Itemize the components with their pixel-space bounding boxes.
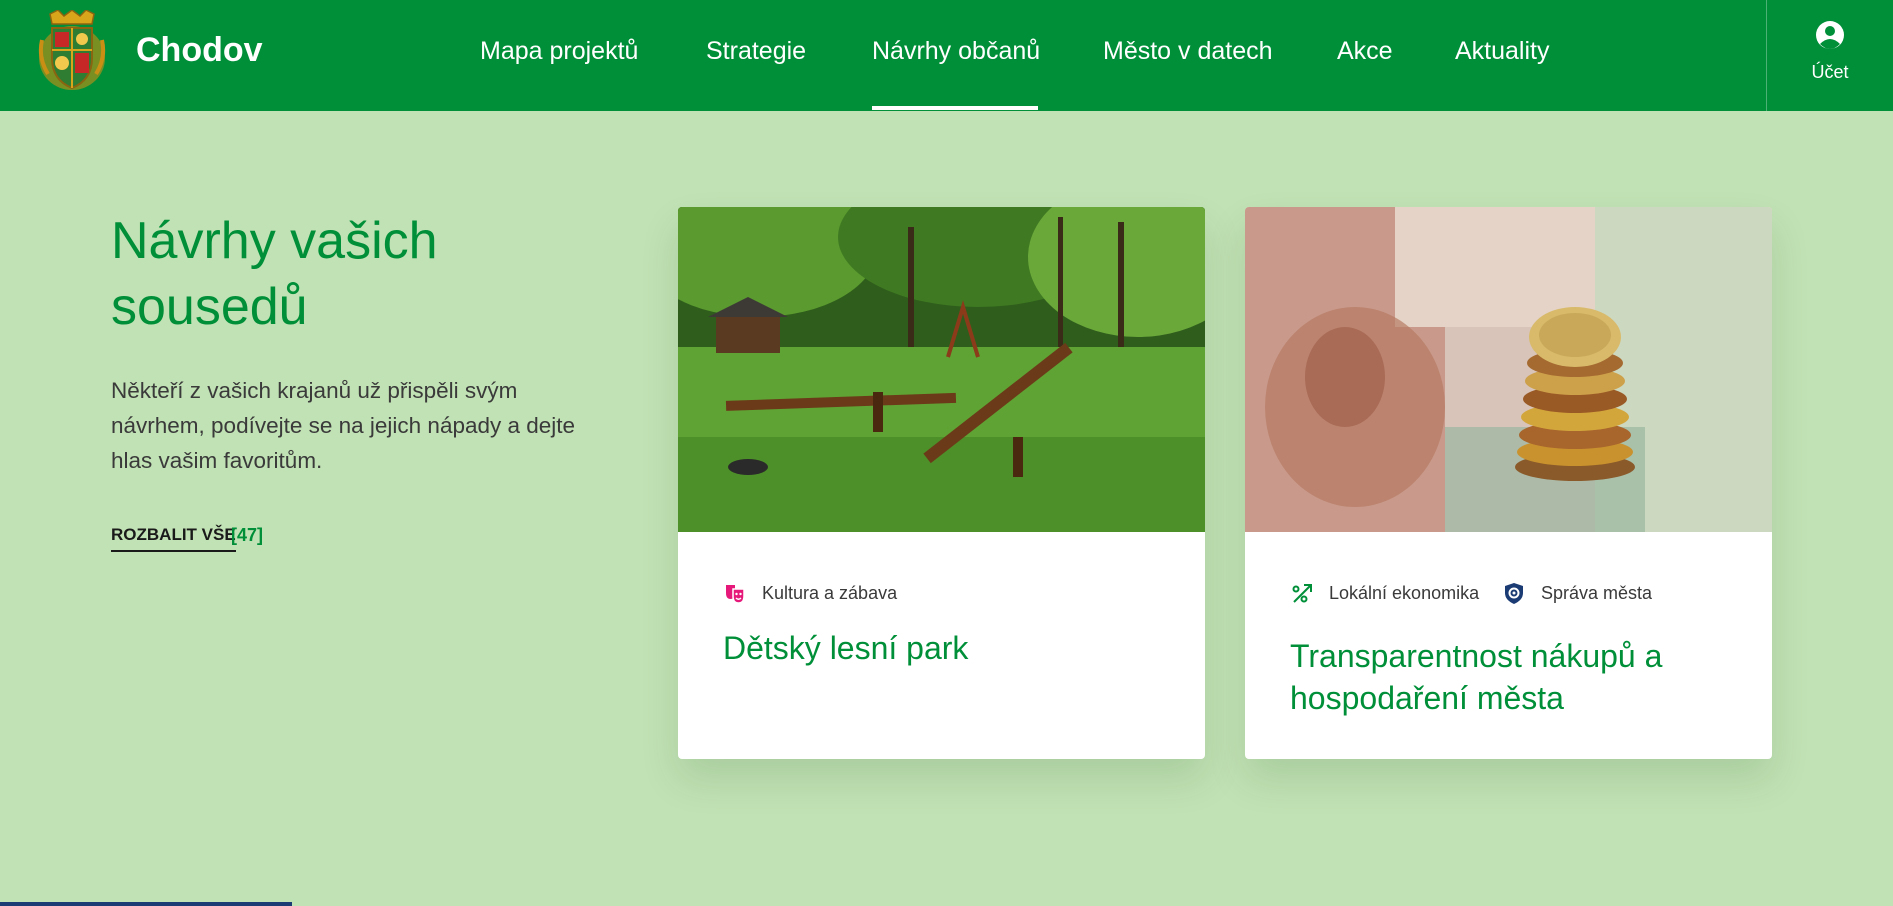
expand-all-link[interactable]: ROZBALIT VŠE xyxy=(111,525,236,552)
nav-item-navrhy-obcanu[interactable]: Návrhy občanů xyxy=(872,36,1040,66)
site-title[interactable]: Chodov xyxy=(136,30,263,70)
nav-item-mesto-v-datech[interactable]: Město v datech xyxy=(1103,36,1273,66)
user-icon xyxy=(1816,21,1844,49)
banknotes-coins-photo xyxy=(1245,207,1772,532)
theater-masks-icon xyxy=(726,585,745,604)
intro-text: Někteří z vašich krajanů už přispěli svý… xyxy=(111,378,576,473)
proposal-title[interactable]: Dětský lesní park xyxy=(723,627,1173,669)
nav-item-akce[interactable]: Akce xyxy=(1337,36,1393,66)
proposal-title[interactable]: Transparentnost nákupů a hospodaření měs… xyxy=(1290,635,1740,719)
percent-arrow-icon xyxy=(1292,584,1312,603)
nav-item-strategie[interactable]: Strategie xyxy=(706,36,806,66)
nav-item-aktuality[interactable]: Aktuality xyxy=(1455,36,1549,66)
bottom-scroll-indicator xyxy=(0,902,292,906)
account-button[interactable]: Účet xyxy=(1767,0,1893,111)
tag-label: Kultura a zábava xyxy=(762,583,898,603)
site-header: Chodov Mapa projektů Strategie Návrhy ob… xyxy=(0,0,1893,111)
page-title: Návrhy vašich sousedů xyxy=(111,212,438,336)
forest-park-photo xyxy=(678,207,1205,532)
proposal-card[interactable]: Kultura a zábava Dětský lesní park xyxy=(678,207,1205,759)
nav-item-mapa-projektu[interactable]: Mapa projektů xyxy=(480,36,638,66)
tag-label: Správa města xyxy=(1541,583,1653,603)
tag-label: Lokální ekonomika xyxy=(1329,583,1480,603)
gear-shield-icon xyxy=(1505,583,1523,604)
active-nav-indicator xyxy=(872,106,1038,110)
city-coat-of-arms-logo[interactable] xyxy=(36,10,108,92)
account-label: Účet xyxy=(1811,62,1849,82)
proposal-count: [47] xyxy=(231,525,264,545)
proposal-card[interactable]: Lokální ekonomika Správa města Transpare… xyxy=(1245,207,1772,759)
